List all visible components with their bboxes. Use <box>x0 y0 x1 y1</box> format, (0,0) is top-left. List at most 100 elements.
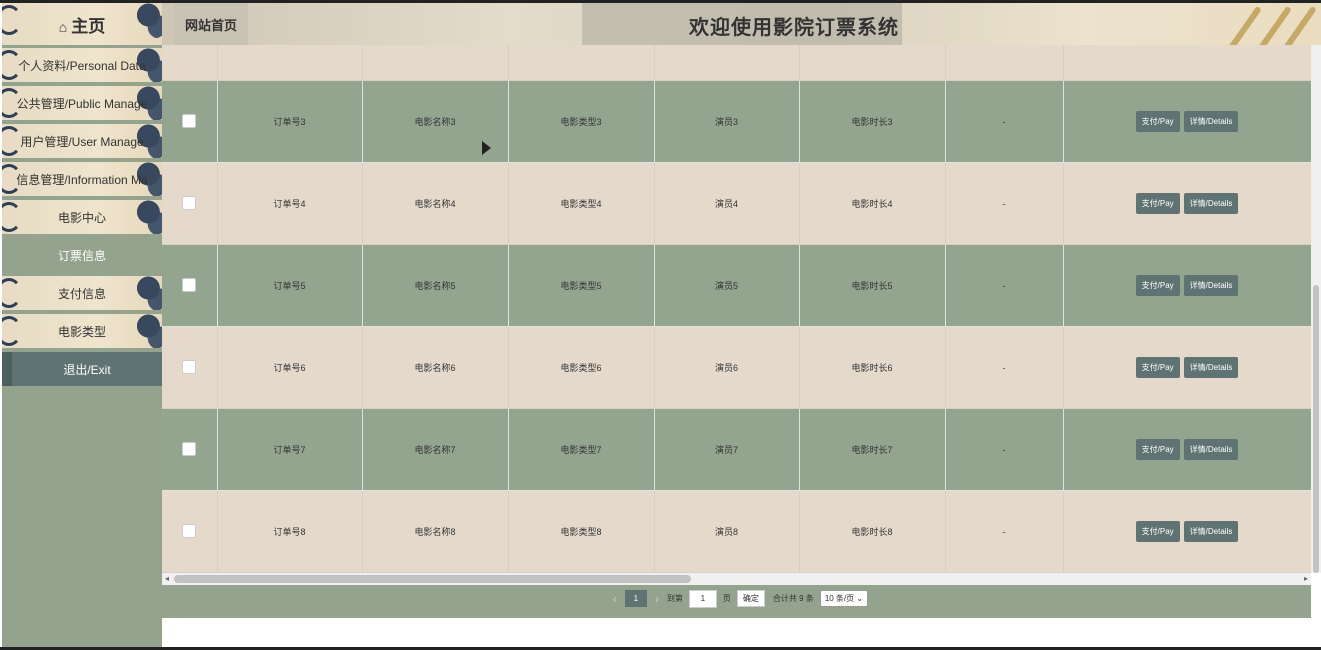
extra-cell: - <box>1002 444 1006 455</box>
sidebar-item-label: 公共管理/Public Manage <box>16 96 148 111</box>
table-cell: 支付/Pay 详情/Details <box>1063 408 1311 491</box>
row-checkbox[interactable] <box>182 441 197 456</box>
table-cell: 电影时长5 <box>799 244 946 327</box>
leaf-decoration <box>1258 5 1292 45</box>
sidebar: ⌂ 主页 个人资料/Personal Data 公共管理/Public Manag… <box>2 3 162 647</box>
movie-name-cell: 电影名称4 <box>414 199 456 209</box>
page-number-current[interactable]: 1 <box>624 590 647 607</box>
table-cell: 支付/Pay 详情/Details <box>1063 244 1311 327</box>
site-home-link[interactable]: 网站首页 <box>174 3 248 45</box>
table-row: 订单号7 电影名称7 电影类型7 演员7 电影时长7 - 支付/Pay 详情/Details <box>162 408 1311 491</box>
pay-button[interactable]: 支付/Pay <box>1135 357 1180 378</box>
row-checkbox[interactable] <box>182 277 197 292</box>
page-size-select[interactable]: 10 条/页 ⌄ <box>819 590 869 607</box>
table-cell: 电影类型4 <box>508 162 655 245</box>
row-checkbox[interactable] <box>182 359 197 374</box>
table-cell: - <box>945 80 1064 163</box>
horizontal-scrollbar[interactable]: ◂ ▸ <box>162 573 1311 585</box>
details-button[interactable]: 详情/Details <box>1183 111 1239 132</box>
duration-cell: 电影时长6 <box>851 363 893 373</box>
duration-cell: 电影时长5 <box>851 281 893 291</box>
order-number-cell: 订单号5 <box>273 281 306 291</box>
order-number-cell: 订单号7 <box>273 445 306 455</box>
table-cell <box>162 80 218 163</box>
order-number-cell: 订单号6 <box>273 363 306 373</box>
row-checkbox[interactable] <box>182 195 197 210</box>
sidebar-item-movie-type[interactable]: 电影类型 <box>2 314 162 348</box>
vertical-scrollbar[interactable] <box>1311 45 1321 573</box>
sidebar-item-public-manage[interactable]: 公共管理/Public Manage <box>2 86 162 120</box>
vertical-scroll-thumb[interactable] <box>1313 285 1319 573</box>
movie-type-cell: 电影类型7 <box>560 445 602 455</box>
sidebar-item-payment-info[interactable]: 支付信息 <box>2 276 162 310</box>
sidebar-home[interactable]: ⌂ 主页 <box>2 3 162 45</box>
duration-cell: 电影时长4 <box>851 199 893 209</box>
table-cell: 电影时长7 <box>799 408 946 491</box>
sidebar-item-movie-center[interactable]: 电影中心 <box>2 200 162 234</box>
table-cell: 电影时长8 <box>799 490 946 573</box>
table-cell <box>945 45 1064 81</box>
table-cell: 支付/Pay 详情/Details <box>1063 326 1311 409</box>
details-button[interactable]: 详情/Details <box>1183 193 1239 214</box>
sidebar-item-information-manage[interactable]: 信息管理/Information Ma <box>2 162 162 196</box>
next-page-icon[interactable]: › <box>655 592 659 606</box>
table-cell: 订单号7 <box>217 408 363 491</box>
row-checkbox[interactable] <box>182 523 197 538</box>
pay-button[interactable]: 支付/Pay <box>1135 111 1180 132</box>
sidebar-item-exit[interactable]: 退出/Exit <box>2 352 162 386</box>
page-size-value: 10 条/页 <box>824 594 855 603</box>
table-row: 订单号5 电影名称5 电影类型5 演员5 电影时长5 - 支付/Pay 详情/Details <box>162 244 1311 327</box>
table-cell <box>162 45 218 81</box>
movie-name-cell: 电影名称8 <box>414 527 456 537</box>
movie-type-cell: 电影类型3 <box>560 117 602 127</box>
table-cell: 电影时长3 <box>799 80 946 163</box>
details-button[interactable]: 详情/Details <box>1183 275 1239 296</box>
pay-button[interactable]: 支付/Pay <box>1135 521 1180 542</box>
details-button[interactable]: 详情/Details <box>1183 357 1239 378</box>
sidebar-item-user-manage[interactable]: 用户管理/User Manage <box>2 124 162 158</box>
pay-button[interactable]: 支付/Pay <box>1135 439 1180 460</box>
movie-type-cell: 电影类型8 <box>560 527 602 537</box>
table-cell: - <box>945 490 1064 573</box>
table-cell: 电影类型3 <box>508 80 655 163</box>
pay-button[interactable]: 支付/Pay <box>1135 193 1180 214</box>
sidebar-home-label: 主页 <box>71 16 106 36</box>
row-checkbox[interactable] <box>182 113 197 128</box>
sidebar-item-label: 电影类型 <box>57 324 106 339</box>
pay-button[interactable]: 支付/Pay <box>1135 275 1180 296</box>
table-cell: 电影时长6 <box>799 326 946 409</box>
details-button[interactable]: 详情/Details <box>1183 439 1239 460</box>
sidebar-item-booking-info[interactable]: 订票信息 <box>2 238 162 272</box>
table-cell: 演员8 <box>654 490 800 573</box>
duration-cell: 电影时长3 <box>851 117 893 127</box>
table-row: 订单号6 电影名称6 电影类型6 演员6 电影时长6 - 支付/Pay 详情/Details <box>162 326 1311 409</box>
table-cell <box>162 408 218 491</box>
home-icon: ⌂ <box>58 18 68 35</box>
scroll-left-icon[interactable]: ◂ <box>165 573 169 585</box>
duration-cell: 电影时长7 <box>851 445 893 455</box>
actor-cell: 演员6 <box>714 363 738 373</box>
movie-type-cell: 电影类型4 <box>560 199 602 209</box>
horizontal-scroll-thumb[interactable] <box>174 575 691 583</box>
table-cell <box>217 45 363 81</box>
table-cell <box>362 45 509 81</box>
goto-page-input[interactable]: 1 <box>688 589 717 608</box>
extra-cell: - <box>1002 362 1006 373</box>
leaf-decoration <box>1228 5 1262 45</box>
prev-page-icon[interactable]: ‹ <box>613 592 617 606</box>
table-row: 订单号4 电影名称4 电影类型4 演员4 电影时长4 - 支付/Pay 详情/Details <box>162 162 1311 245</box>
table-row <box>162 45 1311 81</box>
orders-table-viewport: 订单号3 电影名称3 电影类型3 演员3 电影时长3- 支付/Pay 详情/Details 订… <box>162 45 1311 573</box>
movie-name-cell: 电影名称3 <box>414 117 456 127</box>
goto-confirm-button[interactable]: 确定 <box>736 590 765 607</box>
order-number-cell: 订单号4 <box>273 199 306 209</box>
movie-type-cell: 电影类型5 <box>560 281 602 291</box>
table-cell: 电影类型8 <box>508 490 655 573</box>
actor-cell: 演员3 <box>714 117 738 127</box>
sidebar-item-personal-data[interactable]: 个人资料/Personal Data <box>2 48 162 82</box>
scroll-right-icon[interactable]: ▸ <box>1304 573 1308 585</box>
table-cell: 电影类型7 <box>508 408 655 491</box>
sidebar-item-label: 退出/Exit <box>63 362 111 377</box>
table-cell: 演员6 <box>654 326 800 409</box>
details-button[interactable]: 详情/Details <box>1183 521 1239 542</box>
